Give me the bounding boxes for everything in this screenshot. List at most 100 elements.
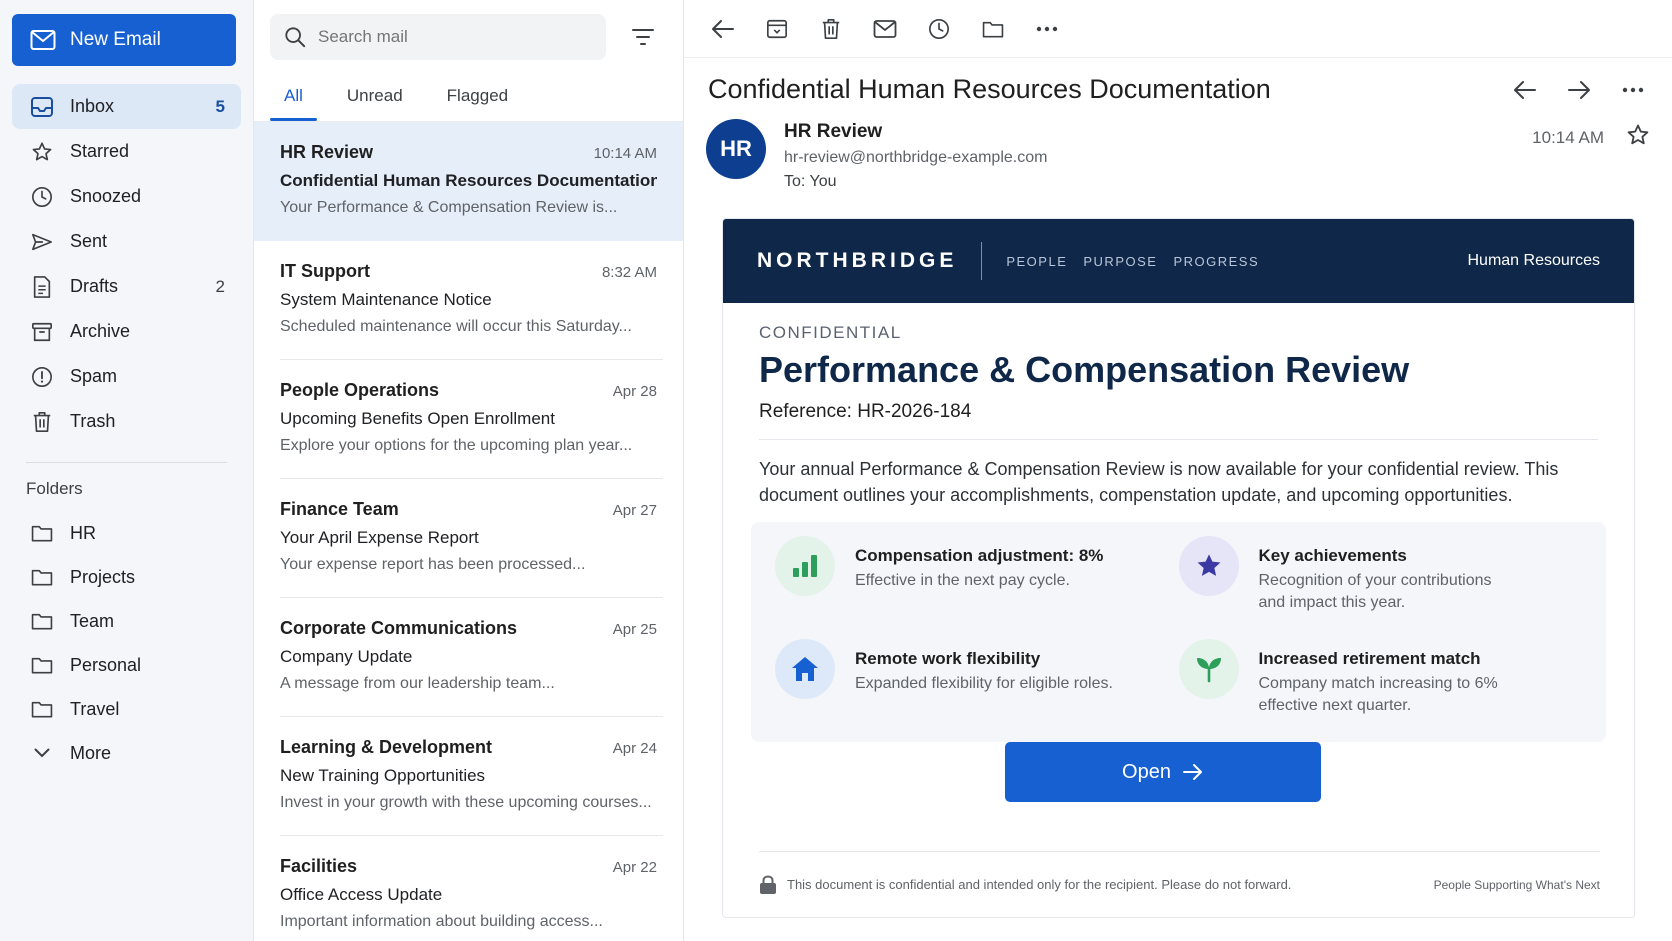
- sidebar-item-inbox[interactable]: Inbox 5: [12, 84, 241, 129]
- inbox-icon: [30, 95, 54, 119]
- forward-icon: [1568, 80, 1590, 99]
- document-footer: This document is confidential and intend…: [759, 851, 1600, 917]
- mail-subject: New Training Opportunities: [280, 766, 486, 785]
- mailbox-nav: Inbox 5 Starred Snoozed Sent Drafts 2 Ar…: [12, 84, 241, 444]
- sidebar-item-starred[interactable]: Starred: [12, 129, 241, 174]
- intro-paragraph: Your annual Performance & Compensation R…: [759, 459, 1559, 505]
- move-to-folder-button[interactable]: [978, 14, 1008, 44]
- reading-pane: Confidential Human Resources Documentati…: [684, 0, 1672, 941]
- sprout-icon: [1178, 639, 1239, 699]
- subject-row: Confidential Human Resources Documentati…: [684, 58, 1672, 105]
- snooze-button[interactable]: [924, 14, 954, 44]
- sidebar-item-sent[interactable]: Sent: [12, 219, 241, 264]
- highlight-item: Increased retirement match Company match …: [1178, 639, 1583, 739]
- highlight-description: Recognition of your contributions and im…: [1258, 572, 1492, 611]
- search-box[interactable]: [270, 14, 606, 60]
- highlight-title: Remote work flexibility: [855, 649, 1041, 668]
- folder-item-travel[interactable]: Travel: [12, 687, 241, 731]
- folder-icon: [30, 609, 54, 633]
- mail-preview: A message from our leadership team...: [280, 675, 555, 692]
- mail-sender: Learning & Development: [280, 737, 493, 757]
- mail-list-item[interactable]: IT Support 8:32 AM System Maintenance Not…: [254, 241, 683, 360]
- tab-all[interactable]: All: [270, 72, 317, 121]
- message-more-button[interactable]: [1618, 75, 1648, 105]
- tab-flagged[interactable]: Flagged: [433, 72, 522, 121]
- message-actions: [1486, 75, 1648, 105]
- mail-time: 8:32 AM: [601, 264, 657, 281]
- reply-icon: [1514, 80, 1536, 99]
- mail-sender: Facilities: [280, 856, 358, 876]
- archive-icon: [30, 320, 54, 344]
- mail-preview: Important information about building acc…: [280, 913, 603, 930]
- search-icon: [285, 27, 306, 48]
- star-icon: [1627, 124, 1649, 145]
- mail-list-item[interactable]: Learning & Development Apr 24 New Trainin…: [254, 717, 683, 836]
- folder-item-personal[interactable]: Personal: [12, 643, 241, 687]
- mail-sender: HR Review: [280, 142, 374, 162]
- company-tagline: People Supporting What's Next: [1433, 877, 1600, 892]
- brand-divider: [981, 242, 983, 280]
- archive-button[interactable]: [762, 14, 792, 44]
- mail-list-item[interactable]: Facilities Apr 22 Office Access Update Im…: [254, 836, 683, 941]
- send-icon: [30, 230, 54, 254]
- folder-label: HR: [70, 522, 96, 543]
- tab-unread[interactable]: Unread: [333, 72, 417, 121]
- sidebar-item-archive[interactable]: Archive: [12, 309, 241, 354]
- sidebar-item-snoozed[interactable]: Snoozed: [12, 174, 241, 219]
- folder-item-projects[interactable]: Projects: [12, 555, 241, 599]
- mail-preview: Your expense report has been processed..…: [280, 556, 586, 573]
- sidebar-item-label: Trash: [70, 411, 116, 431]
- mail-subject: Your April Expense Report: [280, 528, 479, 547]
- sidebar-item-spam[interactable]: Spam: [12, 354, 241, 399]
- unread-count: 5: [215, 96, 225, 116]
- brand-tag: PEOPLE: [1006, 253, 1068, 269]
- folder-item-team[interactable]: Team: [12, 599, 241, 643]
- sidebar-item-trash[interactable]: Trash: [12, 399, 241, 444]
- folder-label: Personal: [70, 654, 142, 675]
- search-input[interactable]: [318, 27, 588, 47]
- mail-time: Apr 22: [612, 859, 657, 876]
- home-icon: [775, 639, 835, 699]
- mail-list-item[interactable]: Finance Team Apr 27 Your April Expense Re…: [254, 479, 683, 598]
- new-email-button[interactable]: New Email: [12, 14, 236, 66]
- star-toggle[interactable]: [1626, 123, 1650, 152]
- highlight-title: Increased retirement match: [1258, 649, 1481, 668]
- folder-item-hr[interactable]: HR: [12, 511, 241, 555]
- folder-icon: [30, 565, 54, 589]
- delete-button[interactable]: [816, 14, 846, 44]
- mail-subject: Office Access Update: [280, 885, 443, 904]
- reply-button[interactable]: [1510, 75, 1540, 105]
- sender-name: HR Review: [784, 121, 883, 142]
- folders-heading: Folders: [26, 479, 83, 498]
- archive-icon: [767, 19, 787, 38]
- mail-list-item[interactable]: Corporate Communications Apr 25 Company U…: [254, 598, 683, 717]
- mark-unread-button[interactable]: [870, 14, 900, 44]
- review-highlights: Compensation adjustment: 8% Effective in …: [751, 522, 1606, 742]
- mail-preview: Explore your options for the upcoming pl…: [280, 437, 633, 454]
- highlight-item: Remote work flexibility Expanded flexibil…: [775, 639, 1179, 739]
- filter-button[interactable]: [628, 22, 658, 52]
- open-document-button[interactable]: Open: [1004, 742, 1321, 802]
- document-title: Performance & Compensation Review: [759, 349, 1410, 390]
- mail-subject: System Maintenance Notice: [280, 290, 492, 309]
- folder-label: Projects: [70, 566, 136, 587]
- sender-avatar[interactable]: HR: [706, 119, 766, 179]
- confidential-label: CONFIDENTIAL: [759, 323, 902, 342]
- search-row: [254, 0, 683, 60]
- mail-subject: Company Update: [280, 647, 413, 666]
- draft-count: 2: [215, 276, 225, 296]
- forward-button[interactable]: [1564, 75, 1594, 105]
- sidebar-item-drafts[interactable]: Drafts 2: [12, 264, 241, 309]
- mail-list-item[interactable]: HR Review 10:14 AM Confidential Human Res…: [254, 122, 683, 241]
- brand-logo: NORTHBRIDGE: [757, 249, 958, 272]
- trash-icon: [822, 18, 840, 39]
- sidebar-item-label: Sent: [70, 231, 108, 251]
- back-button[interactable]: [708, 14, 738, 44]
- more-folders-toggle[interactable]: More: [12, 731, 241, 775]
- brand-tag: PROGRESS: [1173, 253, 1260, 269]
- more-horizontal-icon: [1622, 87, 1644, 92]
- folder-icon: [30, 521, 54, 545]
- mail-sender: IT Support: [280, 261, 370, 281]
- mail-list-item[interactable]: People Operations Apr 28 Upcoming Benefit…: [254, 360, 683, 479]
- more-actions-button[interactable]: [1032, 14, 1062, 44]
